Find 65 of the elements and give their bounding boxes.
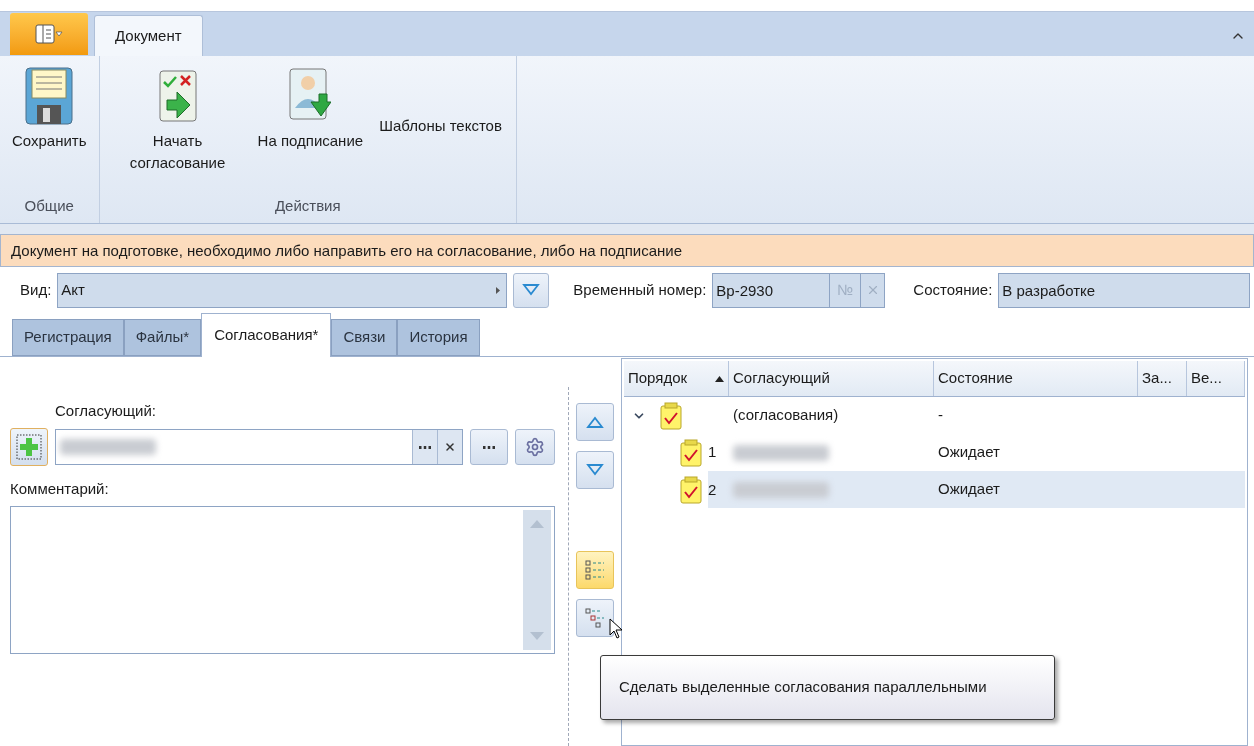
grid-row[interactable]: 1 Ожидает bbox=[624, 434, 1245, 471]
order-number: 1 bbox=[708, 442, 718, 463]
sequential-button[interactable] bbox=[576, 551, 614, 589]
table-cell-text: Ожидает bbox=[937, 442, 1000, 463]
caret-icon bbox=[496, 286, 501, 294]
clipboard-check-icon bbox=[680, 438, 702, 467]
triangle-down-icon bbox=[586, 464, 604, 476]
sort-ascending-icon bbox=[715, 375, 724, 382]
ribbon-button[interactable]: На подписание bbox=[253, 64, 368, 152]
ellipsis-icon bbox=[419, 445, 431, 449]
dropdown-button[interactable] bbox=[513, 272, 550, 308]
app-menu-button[interactable] bbox=[10, 13, 88, 55]
settings-button[interactable] bbox=[515, 429, 555, 465]
scroll-down-icon bbox=[530, 632, 544, 640]
column-header[interactable]: Ве... bbox=[1187, 361, 1245, 396]
tab[interactable]: Согласования* bbox=[201, 313, 332, 357]
tooltip: Сделать выделенные согласования параллельными bbox=[600, 655, 1055, 720]
ribbon-group-label: Действия bbox=[273, 196, 342, 216]
staggered-list-icon bbox=[585, 607, 605, 629]
table-cell-text: (согласования) bbox=[733, 405, 839, 426]
kind-field[interactable]: Акт bbox=[57, 272, 508, 308]
ellipsis-icon bbox=[483, 445, 495, 449]
order-number: 2 bbox=[708, 471, 729, 508]
add-button[interactable] bbox=[10, 428, 48, 466]
column-header[interactable]: За... bbox=[1138, 361, 1187, 396]
plus-icon bbox=[16, 434, 42, 460]
comment-field[interactable] bbox=[10, 506, 555, 654]
column-header[interactable]: Порядок bbox=[624, 361, 729, 396]
move-down-button[interactable] bbox=[576, 451, 614, 489]
ribbon-button[interactable]: Начать согласование bbox=[107, 64, 248, 174]
panel-icon bbox=[35, 24, 63, 44]
close-icon bbox=[444, 441, 456, 453]
tab[interactable]: Связи bbox=[331, 319, 398, 356]
field-label: Состояние: bbox=[913, 279, 993, 300]
status-message-bar: Документ на подготовке, необходимо либо направить его на согласование, либо на подписание bbox=[0, 234, 1254, 267]
text-templates-button[interactable]: Шаблоны текстов bbox=[373, 114, 508, 138]
grid-row[interactable]: (согласования) - bbox=[624, 397, 1245, 434]
tab[interactable]: Регистрация bbox=[12, 319, 124, 356]
triangle-up-icon bbox=[586, 416, 604, 428]
scrollbar[interactable] bbox=[523, 510, 551, 650]
tab[interactable]: Файлы* bbox=[123, 319, 202, 356]
comment-label: Комментарий: bbox=[10, 479, 110, 499]
state-field[interactable]: В разработке bbox=[998, 272, 1250, 308]
move-up-button[interactable] bbox=[576, 403, 614, 441]
field-label: Вид: bbox=[20, 279, 52, 300]
list-icon bbox=[585, 559, 605, 581]
clipboard-check-icon bbox=[680, 475, 702, 504]
tab[interactable]: История bbox=[397, 319, 480, 356]
column-header[interactable]: Состояние bbox=[934, 361, 1138, 396]
ribbon-button[interactable]: Сохранить bbox=[8, 64, 91, 152]
column-header[interactable]: Согласующий bbox=[729, 361, 934, 396]
table-cell-text: Ожидает bbox=[937, 479, 1000, 500]
ellipsis-button[interactable] bbox=[412, 430, 437, 464]
settings-icon bbox=[525, 437, 545, 457]
scroll-up-icon bbox=[530, 520, 544, 528]
approver-field[interactable] bbox=[55, 429, 463, 465]
field-label: Временный номер: bbox=[573, 279, 707, 300]
approver-label: Согласующий: bbox=[55, 401, 157, 421]
ribbon-group-label: Общие bbox=[23, 196, 75, 216]
triangle-down-icon bbox=[522, 284, 541, 296]
table-cell-text: - bbox=[937, 405, 943, 426]
mouse-pointer-icon bbox=[609, 618, 625, 640]
clipboard-check-icon bbox=[660, 401, 682, 430]
parallel-button[interactable] bbox=[576, 599, 614, 637]
ribbon-tab[interactable]: Документ bbox=[94, 15, 203, 56]
